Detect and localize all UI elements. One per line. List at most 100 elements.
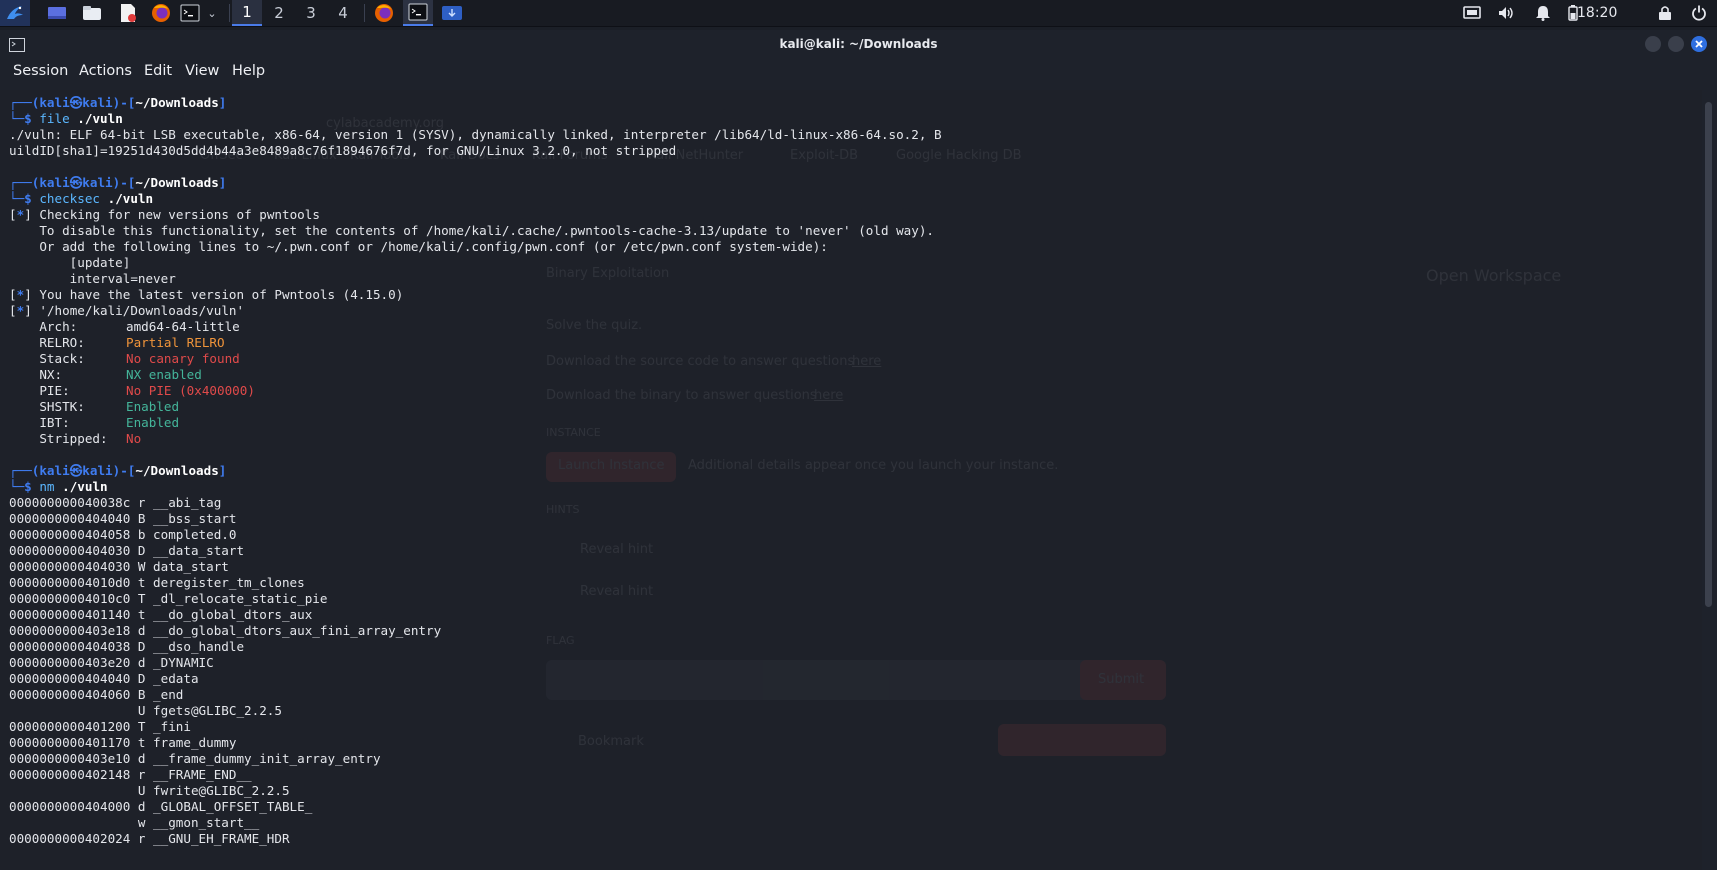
- terminal-scrollbar[interactable]: [1704, 90, 1713, 870]
- clock[interactable]: 18:20: [1577, 0, 1617, 26]
- close-button[interactable]: [1691, 36, 1707, 52]
- prompt-directory: ~/Downloads: [135, 463, 219, 478]
- info-line: [*] '/home/kali/Downloads/vuln': [9, 303, 942, 319]
- window-title: kali@kali: ~/Downloads: [779, 37, 938, 51]
- maximize-button[interactable]: [1668, 36, 1684, 52]
- prompt-bracket: ┌──(: [9, 463, 40, 478]
- checksec-value: Enabled: [126, 415, 180, 430]
- output-line: U fwrite@GLIBC_2.2.5: [9, 783, 290, 798]
- output-line: 0000000000404000 d _GLOBAL_OFFSET_TABLE_: [9, 799, 313, 814]
- output-line: 00000000004010d0 t deregister_tm_clones: [9, 575, 305, 590]
- output-line: w __gmon_start__: [9, 815, 260, 830]
- minimize-button[interactable]: [1645, 36, 1661, 52]
- command-name: checksec: [39, 191, 101, 206]
- checksec-value: Partial RELRO: [126, 335, 225, 350]
- taskbar: ⌄ 1 2 3 4 18:20: [0, 0, 1717, 27]
- title-bar[interactable]: kali@kali: ~/Downloads: [0, 30, 1717, 58]
- notification-bell-icon[interactable]: [1532, 0, 1554, 26]
- firefox-task-icon[interactable]: [369, 0, 399, 26]
- menu-session[interactable]: Session: [13, 58, 68, 84]
- checksec-key: SHSTK:: [9, 399, 85, 414]
- output-line: 00000000004010c0 T _dl_relocate_static_p…: [9, 591, 328, 606]
- output-line: 0000000000401140 t __do_global_dtors_aux: [9, 607, 313, 622]
- volume-icon[interactable]: [1494, 0, 1518, 26]
- command-name: nm: [39, 479, 55, 494]
- display-icon[interactable]: [1460, 0, 1484, 26]
- checksec-value: No: [126, 431, 142, 446]
- info-line: [*] Checking for new versions of pwntool…: [9, 207, 942, 223]
- checksec-row: Arch: amd64-64-little: [9, 319, 942, 335]
- firefox-icon[interactable]: [148, 0, 174, 26]
- prompt-bracket: ┌──(: [9, 175, 40, 190]
- info-bracket: [: [9, 303, 17, 318]
- output-line: 0000000000404038 D __dso_handle: [9, 639, 245, 654]
- checksec-row: PIE: No PIE (0x400000): [9, 383, 942, 399]
- output-line: 0000000000404030 W data_start: [9, 559, 229, 574]
- prompt-bracket: ┌──(: [9, 95, 40, 110]
- output-line: To disable this functionality, set the c…: [9, 223, 935, 238]
- checksec-key: PIE:: [9, 383, 70, 398]
- prompt-at: ㉿: [69, 175, 83, 190]
- file-manager-icon[interactable]: [79, 0, 105, 26]
- info-bracket: [: [9, 287, 17, 302]
- prompt-host: kali: [82, 95, 113, 110]
- workspace-1[interactable]: 1: [232, 0, 262, 26]
- checksec-key: RELRO:: [9, 335, 85, 350]
- power-icon[interactable]: [1688, 0, 1710, 26]
- command-argument: ./vuln: [62, 479, 108, 494]
- checksec-value: amd64-64-little: [126, 319, 240, 334]
- command-name: file: [39, 111, 70, 126]
- output-line: 0000000000404060 B _end: [9, 687, 184, 702]
- menu-bar: Session Actions Edit View Help: [0, 58, 1717, 84]
- prompt-directory: ~/Downloads: [135, 175, 219, 190]
- workspace-4[interactable]: 4: [328, 0, 358, 26]
- lock-icon[interactable]: [1654, 0, 1676, 26]
- output-line: 0000000000403e10 d __frame_dummy_init_ar…: [9, 751, 381, 766]
- command-argument: ./vuln: [77, 111, 123, 126]
- menu-edit[interactable]: Edit: [144, 58, 172, 84]
- terminal-output[interactable]: cylabacademy.org OffSec Kali Linux Kali …: [0, 90, 1702, 870]
- prompt-bracket: ]: [218, 463, 227, 478]
- output-line: interval=never: [9, 271, 176, 286]
- chevron-down-icon[interactable]: ⌄: [204, 0, 220, 26]
- workspace-3[interactable]: 3: [296, 0, 326, 26]
- output-line: 0000000000402148 r __FRAME_END__: [9, 767, 252, 782]
- checksec-value: NX enabled: [126, 367, 202, 382]
- checksec-value: Enabled: [126, 399, 180, 414]
- text-editor-icon[interactable]: [115, 0, 141, 26]
- output-line: uildID[sha1]=19251d430d5dd4b44a3e8489a8c…: [9, 143, 677, 158]
- terminal-icon[interactable]: [178, 0, 202, 26]
- prompt-user: kali: [39, 463, 70, 478]
- terminal-task-icon[interactable]: [403, 0, 433, 26]
- output-line: 0000000000404030 D __data_start: [9, 543, 245, 558]
- prompt-bracket: ]: [218, 95, 227, 110]
- workspace-2[interactable]: 2: [264, 0, 294, 26]
- checksec-key: NX:: [9, 367, 63, 382]
- download-task-icon[interactable]: [437, 0, 467, 26]
- info-bracket: [: [9, 207, 17, 222]
- kali-menu-icon[interactable]: [0, 0, 30, 26]
- checksec-row: Stack: No canary found: [9, 351, 942, 367]
- output-line: 0000000000404040 B __bss_start: [9, 511, 237, 526]
- menu-actions[interactable]: Actions: [79, 58, 132, 84]
- checksec-key: Stack:: [9, 351, 85, 366]
- menu-view[interactable]: View: [185, 58, 219, 84]
- output-line: 000000000040038c r __abi_tag: [9, 495, 222, 510]
- command-line: └─$ file ./vuln: [9, 111, 942, 127]
- scrollbar-thumb[interactable]: [1705, 102, 1712, 607]
- info-text: You have the latest version of Pwntools …: [31, 287, 404, 302]
- output-line: Or add the following lines to ~/.pwn.con…: [9, 239, 828, 254]
- output-line: 0000000000404040 D _edata: [9, 671, 199, 686]
- desktop-icon[interactable]: [44, 0, 70, 26]
- prompt-user: kali: [39, 95, 70, 110]
- info-bracket: ]: [24, 207, 32, 222]
- checksec-row: Stripped: No: [9, 431, 942, 447]
- prompt-bracket: ]: [218, 175, 227, 190]
- output-line: 0000000000402024 r __GNU_EH_FRAME_HDR: [9, 831, 290, 846]
- prompt-directory: ~/Downloads: [135, 95, 219, 110]
- menu-help[interactable]: Help: [232, 58, 265, 84]
- prompt-corner: └─: [9, 191, 25, 206]
- output-line: 0000000000404058 b completed.0: [9, 527, 237, 542]
